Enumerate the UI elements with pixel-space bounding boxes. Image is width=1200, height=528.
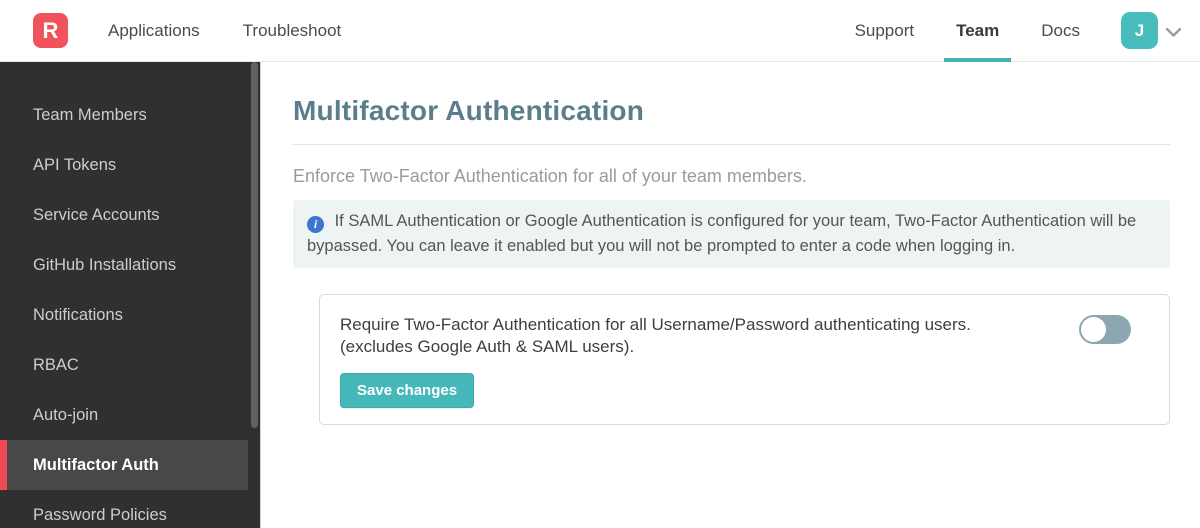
nav-support[interactable]: Support (855, 0, 915, 62)
user-avatar[interactable]: J (1121, 12, 1158, 49)
page: R Applications Troubleshoot Support Team… (0, 0, 1200, 528)
app-logo-letter: R (42, 17, 59, 43)
two-factor-requirement-text: Require Two-Factor Authentication for al… (340, 315, 971, 334)
two-factor-exclusion-text: (excludes Google Auth & SAML users). (340, 337, 635, 356)
main-content: Multifactor Authentication Enforce Two-F… (260, 62, 1200, 528)
sidebar-scrollbar[interactable] (251, 62, 258, 428)
nav-applications[interactable]: Applications (108, 21, 200, 41)
info-icon: i (307, 216, 324, 233)
title-divider (293, 144, 1170, 145)
two-factor-toggle[interactable] (1079, 315, 1131, 344)
nav-docs[interactable]: Docs (1041, 0, 1080, 62)
sidebar-item-service-accounts[interactable]: Service Accounts (0, 190, 260, 240)
page-subtitle: Enforce Two-Factor Authentication for al… (293, 166, 807, 186)
sidebar-item-password-policies[interactable]: Password Policies (0, 490, 260, 528)
sidebar-item-team-members[interactable]: Team Members (0, 90, 260, 140)
two-factor-settings-card: Require Two-Factor Authentication for al… (319, 294, 1170, 425)
toggle-knob (1081, 317, 1106, 342)
page-title: Multifactor Authentication (293, 95, 645, 126)
sidebar-item-auto-join[interactable]: Auto-join (0, 390, 260, 440)
app-logo[interactable]: R (33, 13, 68, 48)
nav-team[interactable]: Team (944, 0, 1012, 62)
chevron-down-icon[interactable] (1165, 27, 1182, 38)
save-changes-button[interactable]: Save changes (340, 373, 475, 408)
info-banner: i If SAML Authentication or Google Authe… (293, 200, 1170, 268)
primary-nav: Applications Troubleshoot (108, 21, 341, 41)
nav-troubleshoot[interactable]: Troubleshoot (243, 21, 342, 41)
secondary-nav: Support Team Docs (855, 0, 1080, 62)
sidebar-item-api-tokens[interactable]: API Tokens (0, 140, 260, 190)
sidebar-item-notifications[interactable]: Notifications (0, 290, 260, 340)
user-avatar-initial: J (1134, 20, 1145, 40)
info-banner-text: If SAML Authentication or Google Authent… (307, 212, 1137, 255)
page-body: Team Members API Tokens Service Accounts… (0, 62, 1200, 528)
sidebar-item-rbac[interactable]: RBAC (0, 340, 260, 390)
sidebar-item-multifactor-auth[interactable]: Multifactor Auth (0, 440, 248, 490)
sidebar-item-github-installations[interactable]: GitHub Installations (0, 240, 260, 290)
top-navbar: R Applications Troubleshoot Support Team… (0, 0, 1200, 62)
sidebar: Team Members API Tokens Service Accounts… (0, 62, 260, 528)
